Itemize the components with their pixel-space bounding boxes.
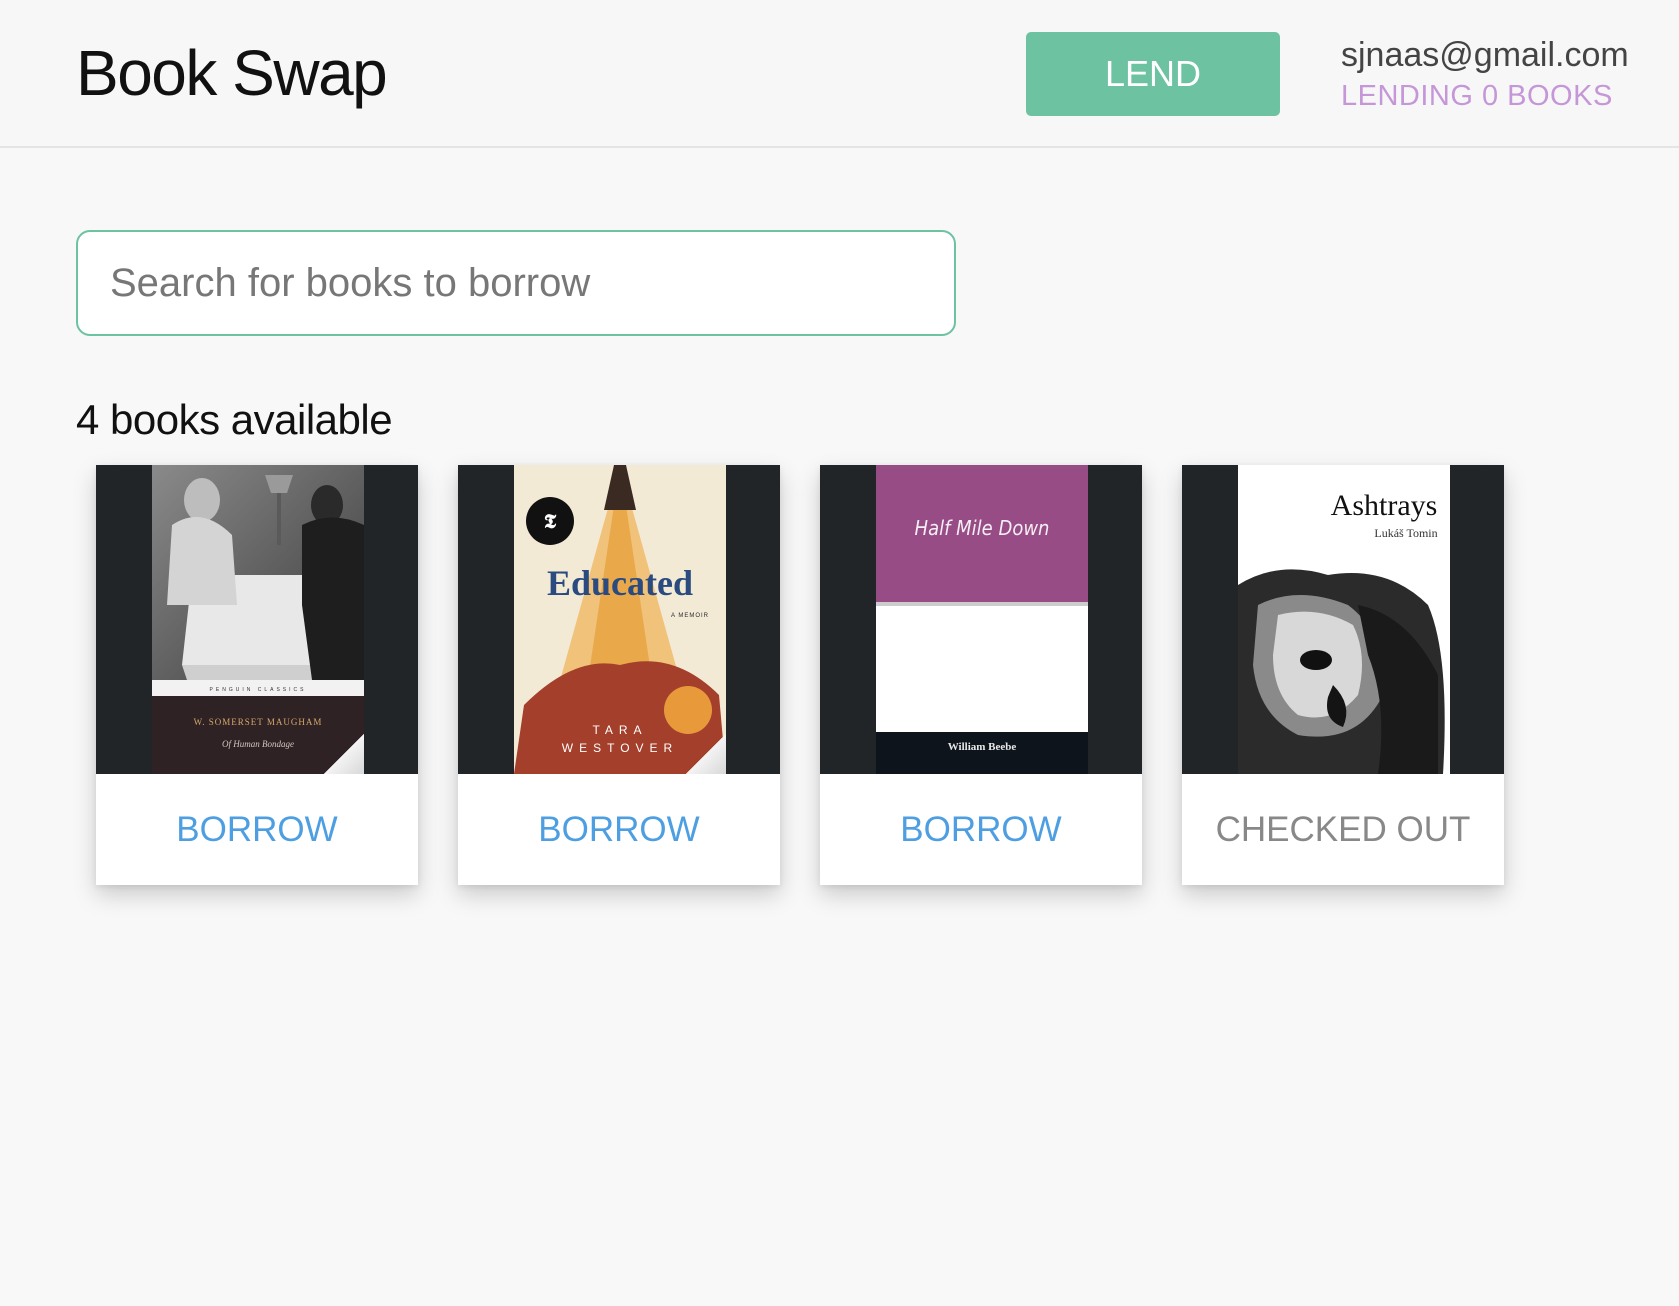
cover-author-text: W. SOMERSET MAUGHAM [194, 717, 323, 727]
app-title: Book Swap [76, 37, 388, 109]
cover-series-text: PENGUIN CLASSICS [210, 687, 307, 693]
cover-title-text: Half Mile Down [915, 516, 1050, 540]
page-curl-icon [324, 734, 364, 774]
book-card: Ashtrays Lukáš Tomin CHECKED OUT [1182, 465, 1504, 885]
cover-title-text: Ashtrays [1331, 489, 1438, 522]
book-cover-image: PENGUIN CLASSICS W. SOMERSET MAUGHAM Of … [152, 465, 364, 774]
book-card: Half Mile Down William Beebe BORROW [820, 465, 1142, 885]
book-card: 𝕿 Educated A MEMOIR TARA WESTOVER BORROW [458, 465, 780, 885]
search-box [76, 230, 956, 336]
lend-button[interactable]: LEND [1026, 32, 1280, 116]
cover-author-first-name: TARA [592, 723, 647, 737]
book-cover-frame: 𝕿 Educated A MEMOIR TARA WESTOVER [458, 465, 780, 774]
user-email: sjnaas@gmail.com [1341, 36, 1629, 74]
page-curl-icon [686, 734, 726, 774]
cover-subtitle-text: A MEMOIR [671, 613, 709, 619]
books-available-count: 4 books available [76, 396, 393, 443]
cover-author-text: Lukáš Tomin [1374, 526, 1437, 540]
borrow-button[interactable]: BORROW [96, 774, 418, 885]
book-cover-image: Half Mile Down William Beebe [876, 465, 1088, 774]
lending-count: LENDING 0 BOOKS [1341, 80, 1613, 112]
search-input[interactable] [78, 232, 954, 334]
cover-title-text: Educated [547, 563, 693, 603]
cover-title-text: Of Human Bondage [222, 739, 294, 749]
borrow-button[interactable]: BORROW [820, 774, 1142, 885]
book-cover-frame: Ashtrays Lukáš Tomin [1182, 465, 1504, 774]
book-cover-image: Ashtrays Lukáš Tomin [1238, 465, 1450, 774]
checked-out-status: CHECKED OUT [1182, 774, 1504, 885]
svg-text:𝕿: 𝕿 [544, 511, 557, 533]
cover-author-text: William Beebe [948, 741, 1017, 753]
book-card: PENGUIN CLASSICS W. SOMERSET MAUGHAM Of … [96, 465, 418, 885]
book-cover-frame: Half Mile Down William Beebe [820, 465, 1142, 774]
app-header: Book Swap LEND sjnaas@gmail.com LENDING … [0, 0, 1679, 148]
book-cover-image: 𝕿 Educated A MEMOIR TARA WESTOVER [514, 465, 726, 774]
borrow-button[interactable]: BORROW [458, 774, 780, 885]
cover-author-last-name: WESTOVER [562, 741, 678, 755]
book-cover-frame: PENGUIN CLASSICS W. SOMERSET MAUGHAM Of … [96, 465, 418, 774]
